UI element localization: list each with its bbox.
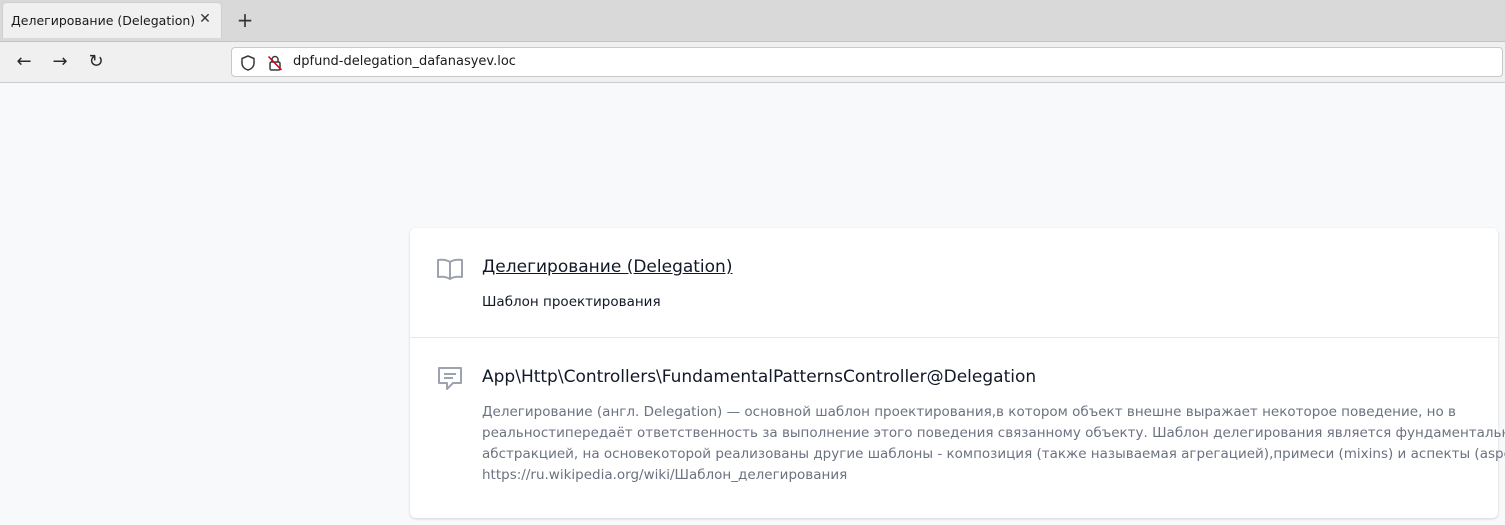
forward-button[interactable]: → <box>48 50 72 74</box>
pattern-details-section: App\Http\Controllers\FundamentalPatterns… <box>410 338 1505 518</box>
address-bar[interactable]: dpfund-delegation_dafanasyev.loc <box>231 47 1503 77</box>
browser-tab[interactable]: Делегирование (Delegation) ✕ <box>2 2 222 38</box>
insecure-lock-icon[interactable] <box>266 54 284 72</box>
pattern-card: Делегирование (Delegation) Шаблон проект… <box>410 228 1505 518</box>
new-tab-button[interactable]: + <box>234 9 256 31</box>
controller-action-title: App\Http\Controllers\FundamentalPatterns… <box>482 367 1037 387</box>
pattern-title-link[interactable]: Делегирование (Delegation) <box>482 257 732 277</box>
address-text[interactable]: dpfund-delegation_dafanasyev.loc <box>293 54 516 69</box>
tab-strip: Делегирование (Delegation) ✕ + <box>0 0 1505 42</box>
pattern-header-section: Делегирование (Delegation) Шаблон проект… <box>410 228 1498 338</box>
description-line: Делегирование (англ. Delegation) — основ… <box>482 404 1456 420</box>
pattern-subtitle: Шаблон проектирования <box>482 294 661 310</box>
pattern-description: Делегирование (англ. Delegation) — основ… <box>482 402 1505 486</box>
back-button[interactable]: ← <box>12 50 36 74</box>
shield-icon[interactable] <box>239 54 257 72</box>
close-tab-icon[interactable]: ✕ <box>197 11 213 27</box>
description-line: реальностипередаёт ответственность за вы… <box>482 425 1505 441</box>
description-line: https://ru.wikipedia.org/wiki/Шаблон_дел… <box>482 467 848 483</box>
book-icon <box>437 258 463 280</box>
description-line: абстракцией, на основекоторой реализован… <box>482 446 1505 462</box>
tab-title: Делегирование (Delegation) <box>11 13 196 28</box>
browser-toolbar: ← → ↻ dpfund-delegation_dafanasyev.loc <box>0 42 1505 83</box>
reload-button[interactable]: ↻ <box>84 50 108 74</box>
chat-icon <box>438 367 462 390</box>
